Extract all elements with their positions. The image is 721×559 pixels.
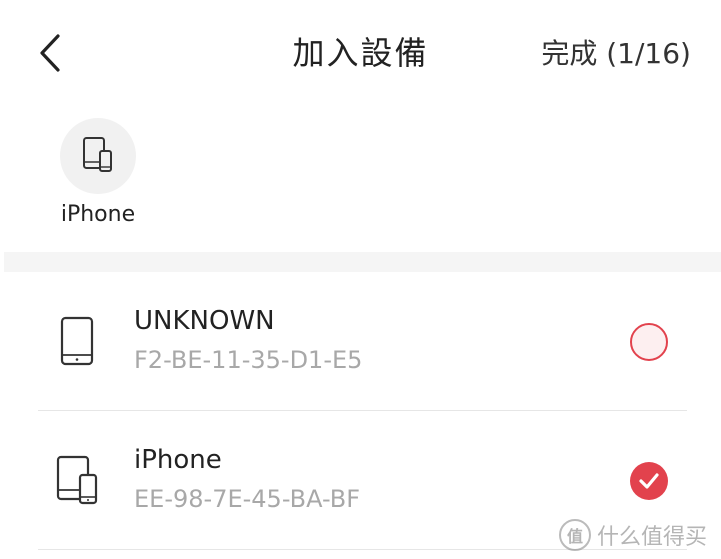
checkmark-icon bbox=[639, 473, 659, 489]
device-select-radio-checked[interactable] bbox=[630, 462, 668, 500]
done-button[interactable]: 完成 (1/16) bbox=[541, 31, 691, 77]
device-list: UNKNOWN F2-BE-11-35-D1-E5 iPhone EE-98-7… bbox=[0, 272, 721, 550]
tablet-phone-icon bbox=[83, 137, 112, 172]
device-name: iPhone bbox=[134, 445, 222, 475]
header: 加入設備 完成 (1/16) bbox=[0, 0, 721, 100]
device-select-radio[interactable] bbox=[630, 323, 668, 361]
device-mac-address: EE-98-7E-45-BA-BF bbox=[134, 485, 361, 513]
phone-icon bbox=[60, 316, 94, 366]
selected-device-label: iPhone bbox=[60, 202, 136, 227]
watermark: 值 什么值得买 bbox=[558, 519, 707, 551]
watermark-badge: 值 bbox=[558, 519, 591, 551]
device-name: UNKNOWN bbox=[134, 306, 275, 336]
device-row[interactable]: UNKNOWN F2-BE-11-35-D1-E5 bbox=[0, 272, 721, 411]
watermark-text: 什么值得买 bbox=[596, 525, 707, 550]
selected-devices: iPhone bbox=[0, 100, 721, 250]
selected-device-chip[interactable]: iPhone bbox=[56, 118, 140, 227]
tablet-phone-icon bbox=[56, 455, 98, 505]
section-divider bbox=[4, 252, 721, 272]
selected-device-avatar bbox=[60, 118, 136, 194]
device-mac-address: F2-BE-11-35-D1-E5 bbox=[134, 346, 363, 374]
